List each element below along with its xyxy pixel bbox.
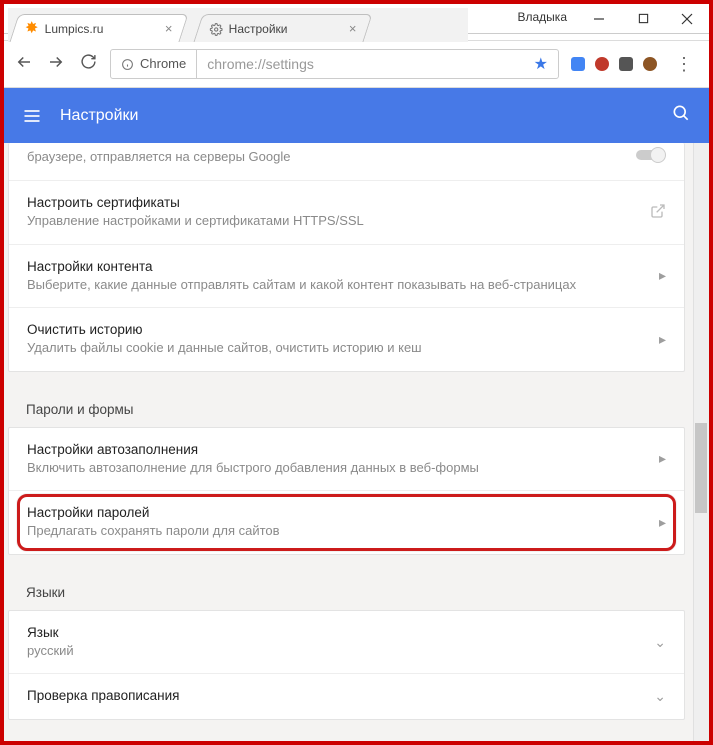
tab-settings[interactable]: Настройки × (193, 14, 372, 42)
bookmark-star-icon[interactable]: ★ (524, 54, 558, 74)
window-minimize-button[interactable] (577, 4, 621, 33)
scrollbar[interactable] (693, 143, 709, 741)
gear-icon (209, 22, 223, 36)
toggle-icon[interactable] (624, 147, 666, 166)
section-label-languages: Языки (4, 577, 689, 610)
settings-row-title: Язык (27, 625, 642, 640)
address-bar[interactable]: Chrome chrome://settings ★ (110, 49, 559, 79)
settings-row-subtitle: браузере, отправляется на серверы Google (27, 148, 624, 166)
window-user-label: Владыка (518, 4, 578, 33)
chevron-right-icon: ▸ (647, 267, 666, 284)
back-button[interactable] (14, 53, 34, 76)
tab-title: Настройки (229, 22, 288, 36)
extension-icon[interactable] (643, 57, 657, 71)
kebab-menu-icon[interactable]: ⋮ (669, 54, 699, 75)
settings-row-autofill[interactable]: Настройки автозаполнения Включить автоза… (9, 428, 684, 491)
external-link-icon (638, 203, 666, 222)
section-label-passwords: Пароли и формы (4, 394, 689, 427)
url-text: chrome://settings (197, 49, 324, 79)
settings-row-spellcheck[interactable]: Проверка правописания ⌄ (9, 673, 684, 719)
settings-row-title: Настройки паролей (27, 505, 647, 520)
settings-header-title: Настройки (60, 107, 138, 125)
settings-row-partial[interactable]: браузере, отправляется на серверы Google (9, 143, 684, 180)
source-chip: Chrome (111, 49, 197, 79)
settings-row-title: Настройки автозаполнения (27, 442, 647, 457)
search-icon[interactable] (671, 103, 691, 128)
chevron-right-icon: ▸ (647, 514, 666, 531)
settings-row-subtitle: Удалить файлы cookie и данные сайтов, оч… (27, 339, 647, 357)
info-icon (121, 58, 134, 71)
settings-row-subtitle: Включить автозаполнение для быстрого доб… (27, 459, 647, 477)
settings-row-subtitle: Предлагать сохранять пароли для сайтов (27, 522, 647, 540)
favicon-lumpics: ✸ (25, 22, 39, 36)
settings-row-passwords[interactable]: Настройки паролей Предлагать сохранять п… (9, 490, 684, 554)
reload-button[interactable] (78, 53, 98, 75)
close-icon[interactable]: × (349, 21, 357, 36)
settings-row-subtitle: Выберите, какие данные отправлять сайтам… (27, 276, 647, 294)
settings-row-subtitle: русский (27, 642, 642, 660)
settings-header: Настройки (4, 88, 709, 143)
extension-icon[interactable] (595, 57, 609, 71)
hamburger-icon[interactable] (22, 106, 42, 126)
close-icon[interactable]: × (165, 21, 173, 36)
settings-row-subtitle: Управление настройками и сертификатами H… (27, 212, 638, 230)
chevron-right-icon: ▸ (647, 450, 666, 467)
forward-button[interactable] (46, 53, 66, 76)
settings-row-content[interactable]: Настройки контента Выберите, какие данны… (9, 244, 684, 308)
extension-icons (571, 57, 657, 71)
settings-content: браузере, отправляется на серверы Google… (4, 143, 709, 741)
settings-row-title: Очистить историю (27, 322, 647, 337)
chevron-down-icon: ⌄ (642, 634, 666, 651)
settings-row-title: Настроить сертификаты (27, 195, 638, 210)
browser-toolbar: Chrome chrome://settings ★ ⋮ (4, 40, 709, 88)
window-maximize-button[interactable] (621, 4, 665, 33)
chevron-right-icon: ▸ (647, 331, 666, 348)
extension-icon[interactable] (571, 57, 585, 71)
tab-lumpics[interactable]: ✸ Lumpics.ru × (9, 14, 188, 42)
settings-row-clear-history[interactable]: Очистить историю Удалить файлы cookie и … (9, 307, 684, 371)
settings-row-language[interactable]: Язык русский ⌄ (9, 611, 684, 674)
window-titlebar: ✸ Lumpics.ru × Настройки × Владыка (4, 4, 709, 34)
scrollbar-thumb[interactable] (695, 423, 707, 513)
settings-row-title: Настройки контента (27, 259, 647, 274)
chevron-down-icon: ⌄ (642, 688, 666, 705)
window-close-button[interactable] (665, 4, 709, 33)
tab-strip: ✸ Lumpics.ru × Настройки × (8, 8, 468, 42)
tab-title: Lumpics.ru (45, 22, 104, 36)
extension-icon[interactable] (619, 57, 633, 71)
settings-row-certificates[interactable]: Настроить сертификаты Управление настрой… (9, 180, 684, 244)
settings-row-title: Проверка правописания (27, 688, 642, 703)
